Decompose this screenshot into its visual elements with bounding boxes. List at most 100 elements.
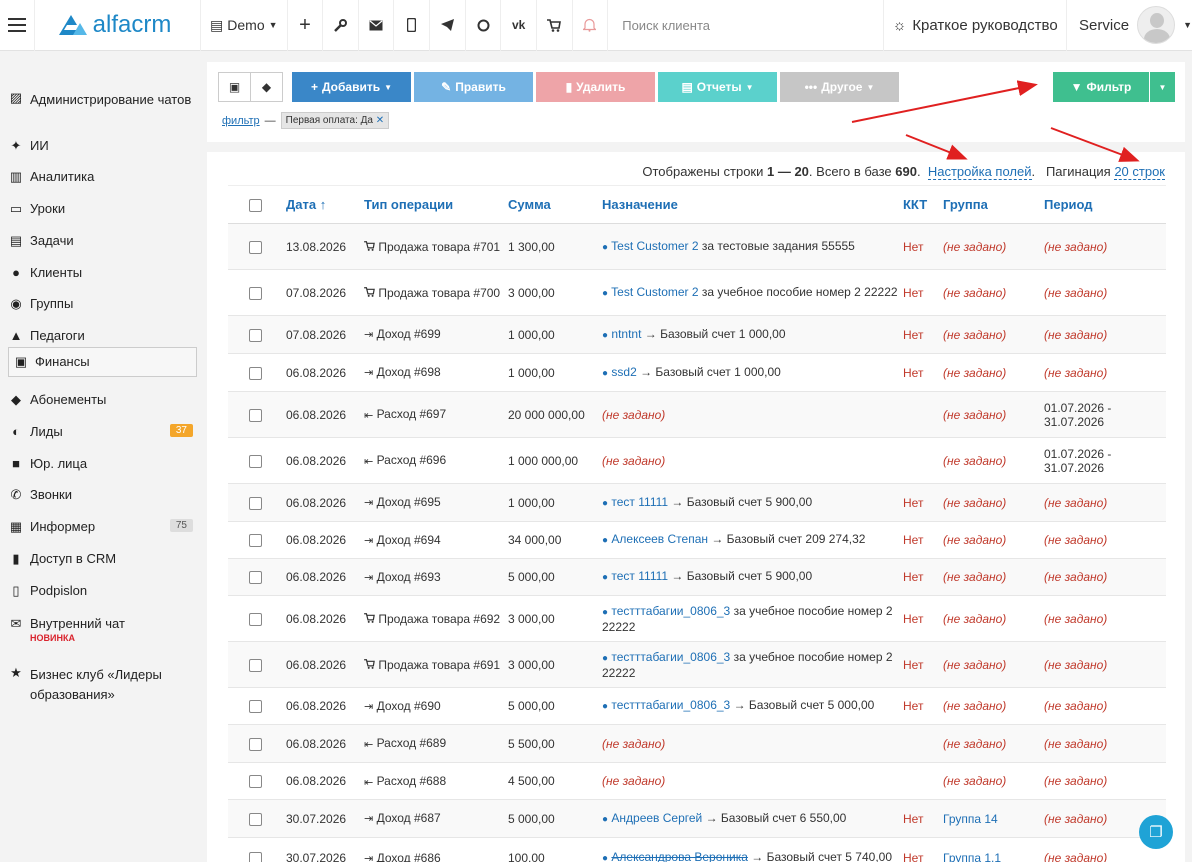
filter-dropdown-button[interactable]: ▼ [1150,72,1175,102]
col-group[interactable]: Группа [939,185,1040,224]
row-checkbox[interactable] [248,240,262,254]
table-row[interactable]: 06.08.2026 ⇥ Расход #688 4 500,00 (не задан… [228,762,1166,800]
table-row[interactable]: 06.08.2026 ⇥ Расход #689 5 500,00 (не задан… [228,724,1166,763]
delete-button[interactable]: ▮ Удалить [536,72,655,102]
row-checkbox[interactable] [248,328,262,342]
table-row[interactable]: 06.08.2026 Продажа товара #691 3 000,00 ● … [228,641,1166,688]
client-link[interactable]: ntntnt [611,327,641,341]
client-link[interactable]: тест 11111 [611,495,668,509]
type-cell[interactable]: ⇥ Расход #688 [360,762,504,800]
sidebar-item-14[interactable]: ▮ Доступ в CRM [8,551,197,567]
money-view-button[interactable]: ▣ [218,72,251,102]
mobile-icon[interactable] [394,0,431,51]
type-cell[interactable]: ⇥ Доход #699 [360,315,504,354]
menu-hamburger-icon[interactable] [0,0,35,51]
telegram-icon[interactable] [430,0,466,51]
col-sum[interactable]: Сумма [504,185,598,224]
row-checkbox[interactable] [248,571,262,585]
sidebar-item-2[interactable]: ▥ Аналитика [8,169,197,185]
col-kkt[interactable]: ККТ [899,185,939,224]
client-link[interactable]: Test Customer 2 [611,285,698,299]
sidebar-item-16[interactable]: ✉ Внутренний чат НОВИНКА [8,616,197,643]
row-checkbox[interactable] [248,812,262,826]
sidebar-item-13[interactable]: ▦ Информер 75 [8,519,197,535]
table-row[interactable]: 06.08.2026 ⇥ Доход #694 34 000,00 ● Алексее… [228,521,1166,559]
row-checkbox[interactable] [248,700,262,714]
row-checkbox[interactable] [248,366,262,380]
table-row[interactable]: 30.07.2026 ⇥ Доход #687 5 000,00 ● Андреев … [228,799,1166,838]
type-cell[interactable]: ⇥ Расход #696 [360,437,504,484]
table-row[interactable]: 06.08.2026 ⇥ Доход #695 1 000,00 ● тест 111… [228,483,1166,522]
client-link[interactable]: тестттабагии_0806_3 [611,604,730,618]
row-checkbox[interactable] [248,496,262,510]
type-cell[interactable]: ⇥ Доход #687 [360,799,504,838]
sidebar-item-0[interactable]: ▨ Администрирование чатов [8,90,197,110]
type-cell[interactable]: ⇥ Доход #686 [360,837,504,862]
client-link[interactable]: тестттабагии_0806_3 [611,698,730,712]
row-checkbox[interactable] [248,286,262,300]
table-row[interactable]: 06.08.2026 ⇥ Расход #696 1 000 000,00 (не з… [228,437,1166,484]
col-type[interactable]: Тип операции [360,185,504,224]
table-row[interactable]: 06.08.2026 Продажа товара #692 3 000,00 ● … [228,595,1166,642]
table-row[interactable]: 06.08.2026 ⇥ Доход #690 5 000,00 ● тестттаб… [228,687,1166,725]
type-cell[interactable]: ⇥ Доход #695 [360,483,504,522]
sidebar-item-1[interactable]: ✦ ИИ [8,138,197,154]
table-row[interactable]: 06.08.2026 ⇥ Доход #693 5 000,00 ● тест 111… [228,558,1166,596]
table-row[interactable]: 06.08.2026 ⇥ Доход #698 1 000,00 ● ssd2 → Б… [228,353,1166,392]
client-link[interactable]: Test Customer 2 [611,239,698,253]
quick-guide-link[interactable]: ☼ Краткое руководство [884,0,1068,51]
sidebar-item-10[interactable]: ◐ Лиды 37 [8,424,197,439]
add-button[interactable]: + Добавить ▼ [292,72,411,102]
close-icon[interactable]: ✕ [376,115,384,126]
sidebar-item-5[interactable]: ● Клиенты [8,265,197,280]
reports-button[interactable]: ▤ Отчеты ▼ [658,72,777,102]
row-checkbox[interactable] [248,408,262,422]
table-row[interactable]: 07.08.2026 Продажа товара #700 3 000,00 ● … [228,269,1166,316]
client-link[interactable]: Андреев Сергей [611,811,702,825]
select-all-checkbox[interactable] [248,199,262,213]
type-cell[interactable]: Продажа товара #700 [360,269,504,316]
sidebar-item-15[interactable]: ▯ Podpislon [8,583,197,599]
sidebar-item-7[interactable]: ▲ Педагоги [8,328,197,343]
sidebar-item-9[interactable]: ◆ Абонементы [8,392,197,408]
wrench-icon[interactable] [323,0,359,51]
type-cell[interactable]: ⇥ Доход #693 [360,558,504,596]
envelope-icon[interactable] [359,0,395,51]
type-cell[interactable]: Продажа товара #691 [360,641,504,688]
sidebar-item-8[interactable]: ▣ Финансы [8,347,197,377]
row-checkbox[interactable] [248,612,262,626]
field-settings-link[interactable]: Настройка полей [927,164,1032,180]
client-search-input[interactable] [622,17,863,33]
type-cell[interactable]: Продажа товара #701 [360,223,504,270]
client-link[interactable]: ssd2 [611,365,636,379]
user-menu[interactable]: Service ▼ [1067,0,1192,51]
table-row[interactable]: 30.07.2026 ⇥ Доход #686 100,00 ● Александро… [228,837,1166,862]
row-checkbox[interactable] [248,534,262,548]
sidebar-item-11[interactable]: ■ Юр. лица [8,456,197,471]
type-cell[interactable]: ⇥ Доход #690 [360,687,504,725]
table-row[interactable]: 07.08.2026 ⇥ Доход #699 1 000,00 ● ntntnt →… [228,315,1166,354]
demo-selector[interactable]: ▤ Demo ▼ [201,0,288,51]
table-row[interactable]: 13.08.2026 Продажа товара #701 1 300,00 ● … [228,223,1166,270]
sidebar-item-4[interactable]: ▤ Задачи [8,233,197,249]
tag-view-button[interactable]: ◆ [250,72,283,102]
group-cell[interactable]: Группа 14 [939,799,1040,838]
type-cell[interactable]: ⇥ Расход #689 [360,724,504,763]
col-date[interactable]: Дата ↑ [282,185,360,224]
sidebar-item-3[interactable]: ▭ Уроки [8,201,197,217]
cart-icon[interactable] [537,0,573,51]
type-cell[interactable]: ⇥ Доход #698 [360,353,504,392]
bell-icon[interactable] [573,0,609,51]
logo[interactable]: alfacrm [35,0,201,51]
filter-link[interactable]: фильтр [222,115,260,127]
table-row[interactable]: 06.08.2026 ⇥ Расход #697 20 000 000,00 (не … [228,391,1166,438]
client-link[interactable]: Александрова Вероника [611,850,748,862]
row-checkbox[interactable] [248,454,262,468]
support-chat-button[interactable]: ❐ [1139,815,1173,849]
type-cell[interactable]: ⇥ Расход #697 [360,391,504,438]
pagination-link[interactable]: 20 строк [1114,164,1165,180]
filter-button[interactable]: ▼ Фильтр [1053,72,1149,102]
plus-icon[interactable]: + [288,0,324,51]
client-link[interactable]: Алексеев Степан [611,532,708,546]
edit-button[interactable]: ✎ Править [414,72,533,102]
